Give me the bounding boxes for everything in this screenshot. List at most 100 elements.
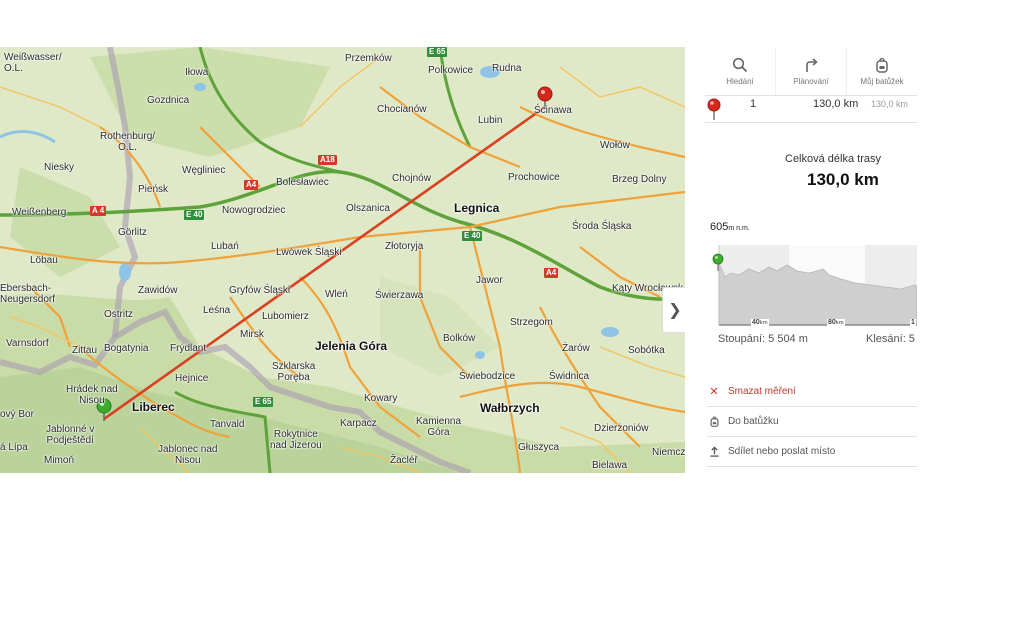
place-label: Głuszyca <box>518 442 560 453</box>
place-label: Prochowice <box>508 172 560 183</box>
place-label: Jablonec nad Nisou <box>158 444 218 466</box>
segment-index: 1 <box>750 98 757 110</box>
place-label: Tanvald <box>210 419 245 430</box>
place-label: Lwówek Śląski <box>276 247 342 258</box>
place-label: Zawidów <box>138 285 178 296</box>
place-label: Kowary <box>364 393 398 404</box>
max-altitude-label: 605m n.m. <box>710 221 750 233</box>
map-background <box>0 47 685 473</box>
axis-tick-80: 80km <box>827 319 845 326</box>
place-label: Bolków <box>443 333 476 344</box>
descent-stat: Klesání: 5 <box>866 333 915 345</box>
place-label: Iłowa <box>185 67 209 78</box>
place-label: Nowogrodziec <box>222 205 286 216</box>
place-label: Świdnica <box>549 371 590 382</box>
place-label: Lubin <box>478 115 503 126</box>
place-label: Chocianów <box>377 104 427 115</box>
share-button[interactable]: Sdílet nebo poslat místo <box>707 437 917 467</box>
search-tab-label: Hledání <box>726 76 754 86</box>
place-label: Olszanica <box>346 203 390 214</box>
place-label: Ebersbach- Neugersdorf <box>0 283 56 305</box>
panel-toolbar: Hledání Plánování Můj batůžek <box>705 47 917 96</box>
road-shield: A 4 <box>90 206 107 216</box>
place-label: Złotoryja <box>385 241 424 252</box>
segment-cumulative: 130,0 km <box>871 99 909 109</box>
place-label: Niemcz <box>652 447 685 458</box>
elevation-chart <box>712 245 917 326</box>
share-arrow-icon <box>707 446 721 457</box>
place-label: Bolesławiec <box>276 177 329 188</box>
place-label: Bielawa <box>592 460 628 471</box>
road-shield: A4 <box>244 180 259 190</box>
ascent-stat: Stoupání: 5 504 m <box>718 333 808 345</box>
delete-measurement-label: Smazat měření <box>728 386 796 397</box>
backpack-icon <box>876 57 888 73</box>
place-label: Przemków <box>345 53 392 64</box>
red-pin-icon <box>707 98 721 120</box>
backpack-icon <box>707 416 721 427</box>
road-shield: E 65 <box>253 397 274 407</box>
chevron-right-icon: ❯ <box>668 302 682 319</box>
my-bag-tab-label: Můj batůžek <box>860 76 904 86</box>
max-altitude-value: 605 <box>710 221 729 233</box>
place-label: Żarów <box>562 343 590 354</box>
place-label: Leśna <box>203 305 231 316</box>
place-label: Mirsk <box>240 329 264 340</box>
place-label: Sobótka <box>628 345 665 356</box>
place-label: Zittau <box>72 345 98 356</box>
place-label: Węgliniec <box>182 165 226 176</box>
place-label: Ostritz <box>104 309 133 320</box>
add-to-bag-label: Do batůžku <box>728 416 779 427</box>
planning-tab-label: Plánování <box>793 76 829 86</box>
place-label: ový Bor <box>0 409 34 420</box>
place-label: Bogatynia <box>104 343 149 354</box>
search-tab[interactable]: Hledání <box>705 47 776 95</box>
collapse-panel-button[interactable]: ❯ <box>662 287 685 333</box>
road-shield: E 40 <box>462 231 483 241</box>
my-bag-tab[interactable]: Můj batůžek <box>847 47 917 95</box>
place-label: Wleń <box>325 289 348 300</box>
place-label: Chojnów <box>392 173 431 184</box>
place-label: Niesky <box>44 162 75 173</box>
place-label: Dzierżoniów <box>594 423 649 434</box>
place-label: Varnsdorf <box>6 338 49 349</box>
place-label: Rokytnice nad Jizerou <box>270 429 322 451</box>
place-label: Rudna <box>492 63 522 74</box>
place-label: Szklarska Poręba <box>272 361 316 383</box>
delete-measurement-button[interactable]: ✕ Smazat měření <box>707 377 917 407</box>
place-label: Weißenberg <box>12 207 67 218</box>
place-label: Görlitz <box>118 227 147 238</box>
place-label: Ścinawa <box>534 105 572 116</box>
place-label: Legnica <box>454 201 500 215</box>
place-label: Hejnice <box>175 373 209 384</box>
axis-tick-40: 40km <box>751 319 769 326</box>
total-length-value: 130,0 km <box>807 170 879 189</box>
place-label: Liberec <box>132 400 175 414</box>
route-turn-icon <box>806 57 818 72</box>
axis-tick-120: 1 <box>910 319 916 326</box>
place-label: Gozdnica <box>147 95 190 106</box>
share-label: Sdílet nebo poslat místo <box>728 446 836 457</box>
segment-distance: 130,0 km <box>813 98 859 110</box>
route-segment-row[interactable]: 1 130,0 km 130,0 km <box>705 96 917 123</box>
place-label: Frýdlant <box>170 343 207 354</box>
place-label: Mimoň <box>44 455 75 466</box>
place-label: Jelenia Góra <box>315 339 388 353</box>
map-view[interactable]: Weißwasser/ O.L. Iłowa Przemków Polkowic… <box>0 47 685 473</box>
side-panel: Hledání Plánování Můj batůžek 1 130,0 km <box>685 47 917 473</box>
place-label: Lubań <box>211 241 239 252</box>
place-label: Karpacz <box>340 418 377 429</box>
place-label: Kamienna Góra <box>416 416 462 438</box>
place-label: Środa Śląska <box>572 221 632 232</box>
add-to-bag-button[interactable]: Do batůžku <box>707 407 917 437</box>
close-x-icon: ✕ <box>709 386 719 398</box>
place-label: Polkowice <box>428 65 474 76</box>
place-label: Lubomierz <box>262 311 309 322</box>
place-label: Pieńsk <box>138 184 169 195</box>
place-label: Löbau <box>30 255 58 266</box>
place-label: Rothenburg/ O.L. <box>100 131 156 153</box>
planning-tab[interactable]: Plánování <box>776 47 847 95</box>
place-label: Jablonné v Podještědí <box>46 424 95 446</box>
place-label: Strzegom <box>510 317 553 328</box>
elevation-profile[interactable]: 605m n.m. 40km 80km 1 <box>705 215 917 345</box>
